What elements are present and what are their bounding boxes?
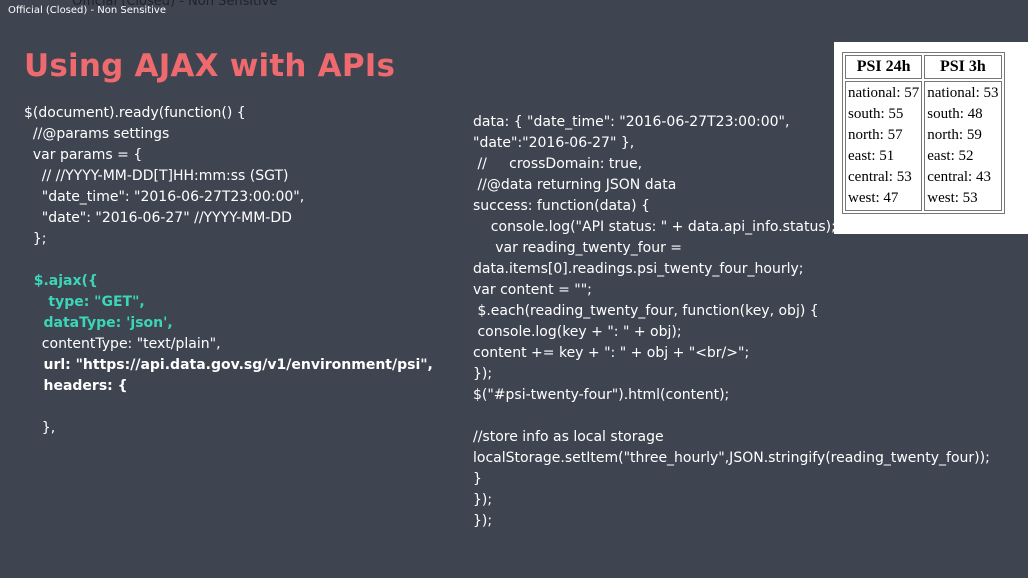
left-code-line (24, 250, 433, 271)
right-code-line: //store info as local storage (473, 429, 664, 445)
right-code-line: }); (473, 366, 493, 382)
left-code-line: "date": "2016-06-27" //YYYY-MM-DD (24, 210, 292, 226)
slide-title: Using AJAX with APIs (24, 48, 396, 84)
left-code-line: dataType: 'json', (24, 315, 173, 331)
psi-reading: national: 53 (927, 85, 999, 101)
psi-reading: south: 55 (848, 106, 904, 122)
left-code-line: }, (24, 420, 56, 436)
psi-table-panel: PSI 24h PSI 3h national: 57 south: 55 nort… (834, 42, 1028, 234)
left-code-line: headers: { (24, 378, 128, 394)
psi-reading: south: 48 (927, 106, 983, 122)
left-code-line: $(document).ready(function() { (24, 105, 246, 121)
left-code-line: //@params settings (24, 126, 170, 142)
psi-reading: national: 57 (848, 85, 920, 101)
psi-reading: east: 51 (848, 148, 895, 164)
right-code-line: }); (473, 492, 493, 508)
right-code-line: console.log(key + ": " + obj); (473, 324, 682, 340)
psi-3h-cell: national: 53 south: 48 north: 59 east: 52 ce… (924, 81, 1002, 211)
psi-reading: north: 59 (927, 127, 982, 143)
left-code-line: $.ajax({ (24, 273, 98, 289)
classification-label: Official (Closed) - Non Sensitive (8, 5, 166, 16)
psi-reading: north: 57 (848, 127, 903, 143)
right-code-line: localStorage.setItem("three_hourly",JSON… (473, 450, 990, 466)
left-code-line: "date_time": "2016-06-27T23:00:00", (24, 189, 305, 205)
psi-reading: central: 43 (927, 169, 991, 185)
left-code-line: // //YYYY-MM-DD[T]HH:mm:ss (SGT) (24, 168, 289, 184)
left-code-line: contentType: "text/plain", (24, 336, 221, 352)
left-code-line (24, 397, 433, 418)
right-code-line (473, 406, 990, 427)
right-code-line: content += key + ": " + obj + "<br/>"; (473, 345, 750, 361)
left-code-line: type: "GET", (24, 294, 145, 310)
psi-24h-header: PSI 24h (845, 55, 923, 79)
left-code-line: var params = { (24, 147, 143, 163)
left-code-line: url: "https://api.data.gov.sg/v1/environ… (24, 357, 433, 373)
right-code-line: var reading_twenty_four = (473, 240, 683, 256)
psi-reading: east: 52 (927, 148, 974, 164)
right-code-line: data.items[0].readings.psi_twenty_four_h… (473, 261, 804, 277)
left-code-block: $(document).ready(function() { //@params… (24, 103, 433, 439)
right-code-line: } (473, 471, 482, 487)
psi-reading: west: 47 (848, 190, 899, 206)
psi-reading: central: 53 (848, 169, 912, 185)
right-code-line: var content = ""; (473, 282, 592, 298)
right-code-line: $.each(reading_twenty_four, function(key… (473, 303, 819, 319)
right-code-line: }); (473, 513, 493, 529)
left-code-line: }; (24, 231, 47, 247)
right-code-line: $("#psi-twenty-four").html(content); (473, 387, 730, 403)
psi-reading: west: 53 (927, 190, 978, 206)
psi-3h-header: PSI 3h (924, 55, 1002, 79)
psi-24h-cell: national: 57 south: 55 north: 57 east: 51 ce… (845, 81, 923, 211)
psi-table: PSI 24h PSI 3h national: 57 south: 55 nort… (842, 52, 1005, 214)
